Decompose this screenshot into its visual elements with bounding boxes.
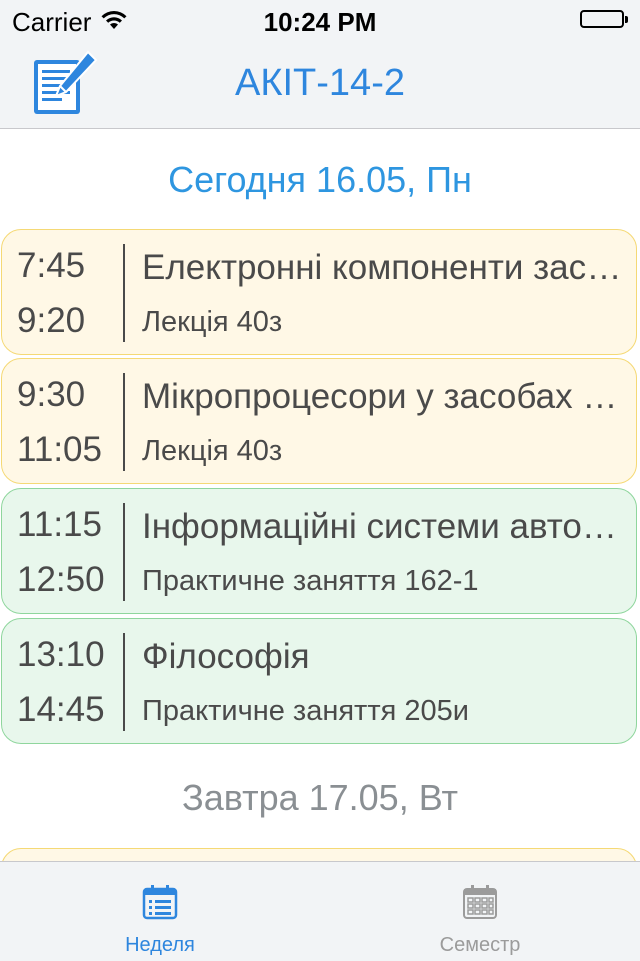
today-header: Сегодня 16.05, Пн — [168, 159, 472, 200]
tab-bar: Неделя Семестр — [0, 861, 640, 961]
lesson-end-time: 11:05 — [17, 430, 102, 469]
lesson-subject: Філософія — [142, 637, 310, 676]
time-divider — [123, 244, 125, 342]
lesson-end-time: 12:50 — [17, 560, 105, 599]
lesson-start-time: 13:10 — [17, 635, 105, 674]
lesson-card[interactable]: 7:45 9:20 Електронні компоненти засобів … — [1, 229, 637, 355]
page-title: АКІТ-14-2 — [235, 62, 405, 104]
tomorrow-header: Завтра 17.05, Вт — [181, 777, 459, 818]
lesson-detail: Лекція 40з — [142, 306, 283, 338]
lesson-start-time: 11:15 — [17, 505, 102, 544]
lesson-start-time: 9:30 — [17, 375, 86, 414]
lesson-end-time: 9:20 — [17, 301, 86, 340]
schedule-list[interactable]: Сегодня 16.05, Пн 7:45 9:20 Електронні к… — [0, 129, 640, 861]
grid-calendar-icon — [462, 884, 498, 920]
lesson-start-time: 7:45 — [17, 246, 86, 285]
navigation-bar: АКІТ-14-2 — [0, 40, 640, 129]
lesson-card[interactable]: 11:15 12:50 Інформаційні системи автомат… — [1, 488, 637, 614]
lesson-detail: Практичне заняття 162-1 — [142, 565, 479, 597]
lesson-detail: Практичне заняття 205и — [142, 695, 469, 727]
battery-icon — [580, 10, 630, 30]
lesson-end-time: 14:45 — [17, 690, 105, 729]
lesson-subject: Мікропроцесори у засобах автоматизації — [142, 377, 622, 416]
lesson-detail: Лекція 40з — [142, 435, 283, 467]
lesson-card[interactable] — [1, 848, 637, 861]
status-bar: Carrier 10:24 PM — [0, 0, 640, 40]
lesson-subject: Інформаційні системи автоматизації — [142, 507, 622, 546]
status-time: 10:24 PM — [263, 7, 377, 37]
time-divider — [123, 503, 125, 601]
tab-semester[interactable]: Семестр — [320, 862, 640, 961]
tab-week-label: Неделя — [125, 934, 195, 956]
tab-semester-label: Семестр — [439, 934, 521, 956]
lesson-card[interactable]: 13:10 14:45 Філософія Практичне заняття … — [1, 618, 637, 744]
lesson-card[interactable]: 9:30 11:05 Мікропроцесори у засобах авто… — [1, 358, 637, 484]
time-divider — [123, 633, 125, 731]
time-divider — [123, 373, 125, 471]
lesson-subject: Електронні компоненти засобів автоматиза… — [142, 248, 622, 287]
list-calendar-icon — [142, 884, 178, 920]
tab-week[interactable]: Неделя — [0, 862, 320, 961]
